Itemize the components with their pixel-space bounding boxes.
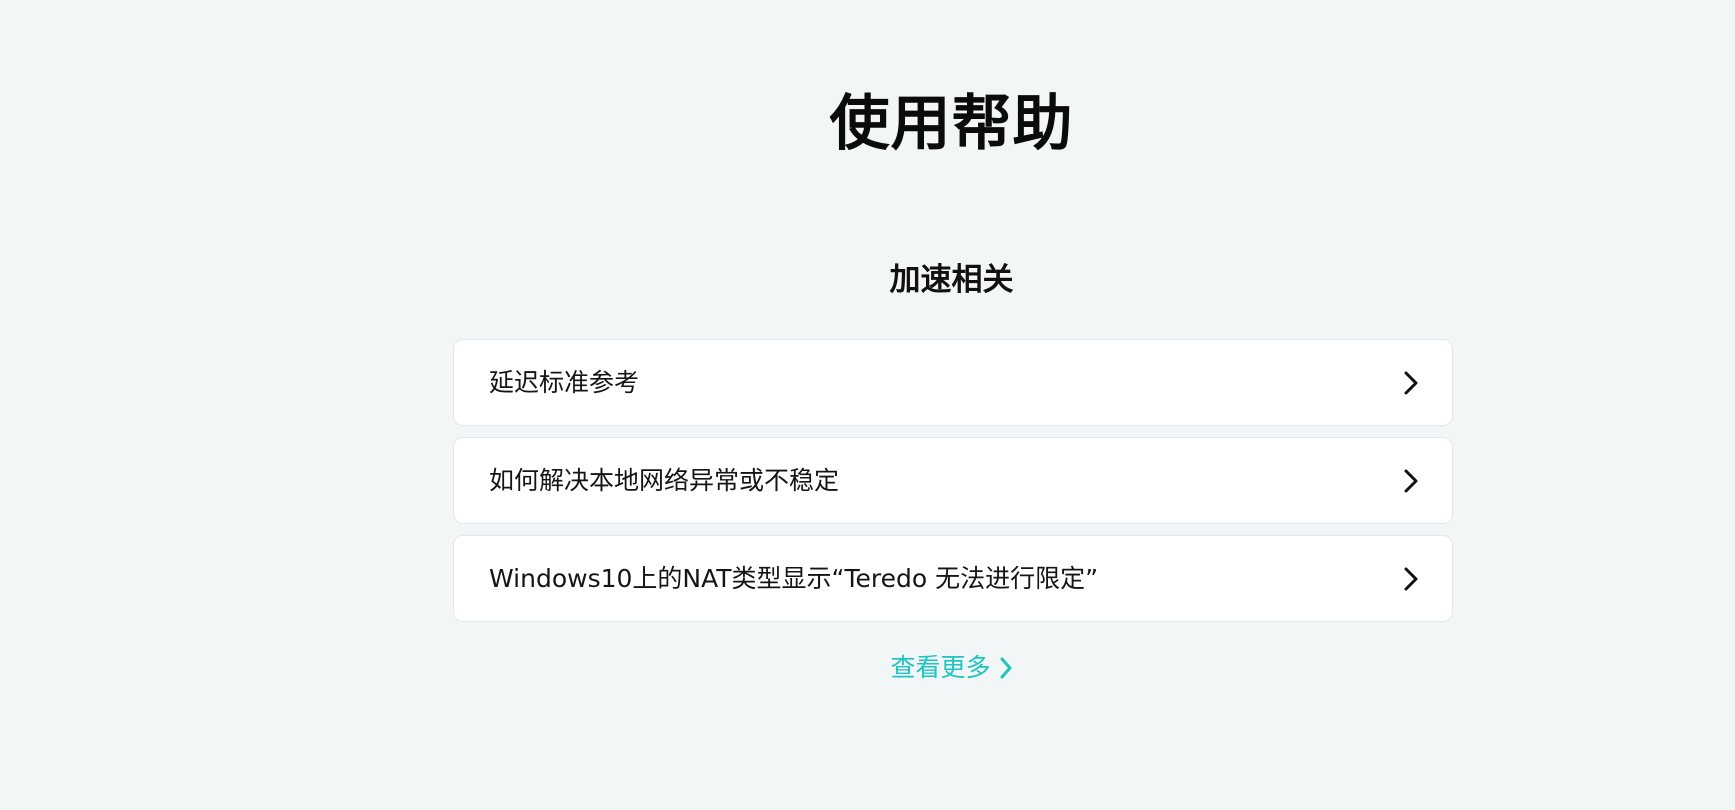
chevron-right-icon (1398, 468, 1424, 494)
help-item-label: 如何解决本地网络异常或不稳定 (489, 465, 840, 495)
help-item-label: Windows10上的NAT类型显示“Teredo 无法进行限定” (489, 563, 1099, 593)
chevron-right-icon (1398, 370, 1424, 396)
page-title: 使用帮助 (829, 89, 1074, 159)
help-item-local-network[interactable]: 如何解决本地网络异常或不稳定 (453, 437, 1453, 524)
chevron-right-icon (999, 656, 1013, 680)
help-item-latency-reference[interactable]: 延迟标准参考 (453, 339, 1453, 426)
help-item-windows10-nat[interactable]: Windows10上的NAT类型显示“Teredo 无法进行限定” (453, 535, 1453, 622)
section-title: 加速相关 (889, 262, 1014, 298)
view-more-label: 查看更多 (890, 653, 991, 682)
chevron-right-icon (1398, 566, 1424, 592)
help-item-label: 延迟标准参考 (489, 367, 640, 397)
view-more-link[interactable]: 查看更多 (0, 650, 1735, 686)
help-list: 延迟标准参考 如何解决本地网络异常或不稳定 Windows10上的NAT类型显示… (453, 339, 1453, 633)
